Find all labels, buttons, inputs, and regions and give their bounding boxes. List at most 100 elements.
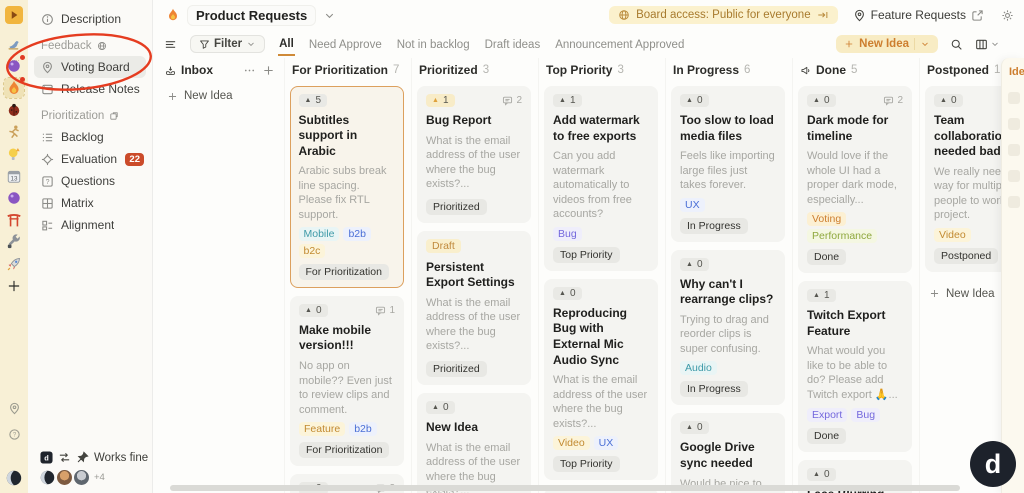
idea-side-panel[interactable]: Idea [1001, 58, 1024, 493]
idea-card[interactable]: ▲5Subtitles support in ArabicArabic subs… [290, 86, 404, 288]
new-idea-link[interactable]: New Idea [161, 82, 279, 108]
add-workspace-icon[interactable] [4, 276, 24, 296]
sidebar-item-release-notes[interactable]: Release Notes [34, 78, 146, 100]
vote-count: 1 [570, 95, 576, 106]
idea-card[interactable]: ▲1Twitch Export FeatureWhat would you li… [798, 281, 912, 451]
vote-button[interactable]: ▲1 [553, 94, 582, 107]
card-tags: VotingPerformance [807, 212, 903, 243]
idea-card[interactable]: ▲0Too slow to load media filesFeels like… [671, 86, 785, 242]
sidebar-item-alignment[interactable]: Alignment [34, 214, 146, 236]
board-access-button[interactable]: Board access: Public for everyone [609, 6, 838, 24]
vote-button[interactable]: ▲5 [299, 94, 328, 107]
vote-triangle-icon: ▲ [432, 97, 439, 104]
card-title: Team collaboration needed badly [934, 113, 1002, 160]
vote-button[interactable]: ▲0 [807, 94, 836, 107]
filterbar: Filter All Need Approve Not in backlog Draf… [152, 30, 1000, 58]
view-switcher[interactable] [975, 38, 1000, 51]
vote-button[interactable]: ▲0 [807, 468, 836, 481]
search-icon[interactable] [950, 38, 963, 51]
calendar-icon[interactable]: 13 [4, 166, 24, 186]
idea-card[interactable]: ▲02Dark mode for timelineWould love if t… [798, 86, 912, 273]
mini-logo-icon: d [40, 451, 53, 464]
ladybug-icon[interactable] [4, 100, 24, 120]
column-name: Inbox [181, 63, 213, 77]
help-icon[interactable]: ? [4, 424, 24, 444]
crystal-ball-icon[interactable] [4, 56, 24, 76]
brand-badge[interactable]: d [970, 441, 1016, 487]
status-badge: Postponed [934, 248, 998, 264]
vote-button[interactable]: ▲0 [680, 94, 709, 107]
lightbulb-icon[interactable] [4, 144, 24, 164]
idea-card[interactable]: DraftPersistent Export SettingsWhat is t… [417, 231, 531, 385]
chevron-down-icon [246, 39, 256, 49]
globe-icon [618, 9, 630, 21]
gear-icon[interactable] [1001, 9, 1014, 22]
sidebar-item-questions[interactable]: ?Questions [34, 170, 146, 192]
idea-card[interactable]: ▲1Add watermark to free exportsCan you a… [544, 86, 658, 271]
kanban-board: InboxNew IdeaFor Prioritization7▲5Subtit… [152, 58, 1002, 493]
vote-triangle-icon: ▲ [432, 404, 439, 411]
vote-button[interactable]: ▲0 [426, 401, 455, 414]
rocket-icon[interactable] [4, 254, 24, 274]
flame-workspace-icon[interactable] [4, 78, 24, 98]
vote-button[interactable]: ▲0 [934, 94, 963, 107]
tab-draft-ideas[interactable]: Draft ideas [484, 34, 542, 55]
status-badge: Done [807, 428, 846, 444]
idea-card[interactable]: ▲0Reproducing Bug with External Mic Audi… [544, 279, 658, 480]
horizontal-scrollbar[interactable] [170, 485, 960, 491]
column-count: 3 [483, 64, 489, 76]
idea-card[interactable]: ▲01Make mobile version!!!No app on mobil… [290, 296, 404, 466]
crystal-ball-2-icon[interactable] [4, 188, 24, 208]
new-idea-button[interactable]: New Idea [836, 35, 938, 53]
sidebar-item-backlog[interactable]: Backlog [34, 126, 146, 148]
wrench-icon[interactable] [4, 232, 24, 252]
vote-button[interactable]: ▲1 [807, 289, 836, 302]
vote-count: 0 [697, 422, 703, 433]
idea-card[interactable]: ▲0Google Drive sync neededWould be nice … [671, 413, 785, 493]
status-badge: For Prioritization [299, 442, 389, 458]
sidebar-item-matrix[interactable]: Matrix [34, 192, 146, 214]
card-description: What would you like to be able to do? Pl… [807, 344, 903, 402]
idea-card[interactable]: ▲0Why can't I rearrange clips?Trying to … [671, 250, 785, 406]
moon-glyph [6, 470, 22, 486]
vote-button[interactable]: ▲0 [299, 304, 328, 317]
vote-count: 1 [824, 290, 830, 301]
sidebar-item-evaluation[interactable]: Evaluation22 [34, 148, 146, 170]
location-pin-icon[interactable] [4, 398, 24, 418]
sidebar-item-voting-board[interactable]: Voting Board [34, 56, 146, 78]
torii-icon[interactable] [4, 210, 24, 230]
card-description: What is the email address of the user wh… [426, 134, 522, 192]
idea-card[interactable]: ▲0New IdeaWhat is the email address of t… [417, 393, 531, 493]
vote-button[interactable]: ▲1 [426, 94, 455, 107]
tab-not-in-backlog[interactable]: Not in backlog [396, 34, 471, 55]
app-logo-icon[interactable] [5, 6, 23, 24]
tab-need-approve[interactable]: Need Approve [308, 34, 383, 55]
wrench-glyph [6, 234, 22, 250]
vote-button[interactable]: ▲0 [553, 287, 582, 300]
idea-card[interactable]: ▲0Team collaboration needed badlyWe real… [925, 86, 1002, 272]
user-avatar[interactable] [4, 468, 24, 488]
vote-button[interactable]: ▲0 [680, 421, 709, 434]
card-description: No app on mobile?? Even just to review c… [299, 359, 395, 417]
tab-all[interactable]: All [278, 33, 295, 56]
board-menu-icon[interactable] [164, 38, 177, 51]
filter-button[interactable]: Filter [190, 35, 265, 53]
avatar [40, 470, 55, 485]
chevron-down-icon[interactable] [323, 9, 336, 22]
runner-icon[interactable] [4, 122, 24, 142]
workspace-status[interactable]: d Works fine [40, 451, 148, 464]
count-badge: 22 [125, 153, 144, 166]
new-idea-link[interactable]: New Idea [923, 280, 1002, 306]
card-description: Feels like importing large files just ta… [680, 149, 776, 193]
vote-button[interactable]: ▲0 [680, 258, 709, 271]
svg-text:d: d [44, 453, 49, 462]
tab-announcement-approved[interactable]: Announcement Approved [554, 34, 685, 55]
sidebar-item-description[interactable]: Description [34, 8, 146, 30]
vote-triangle-icon: ▲ [686, 424, 693, 431]
idea-card[interactable]: ▲12Bug ReportWhat is the email address o… [417, 86, 531, 223]
info-icon [41, 13, 54, 26]
feature-requests-link[interactable]: Feature Requests [853, 8, 984, 22]
bird-icon[interactable] [4, 34, 24, 54]
vote-row: ▲5 [299, 94, 396, 107]
board-title-dropdown[interactable]: Product Requests [187, 5, 316, 26]
